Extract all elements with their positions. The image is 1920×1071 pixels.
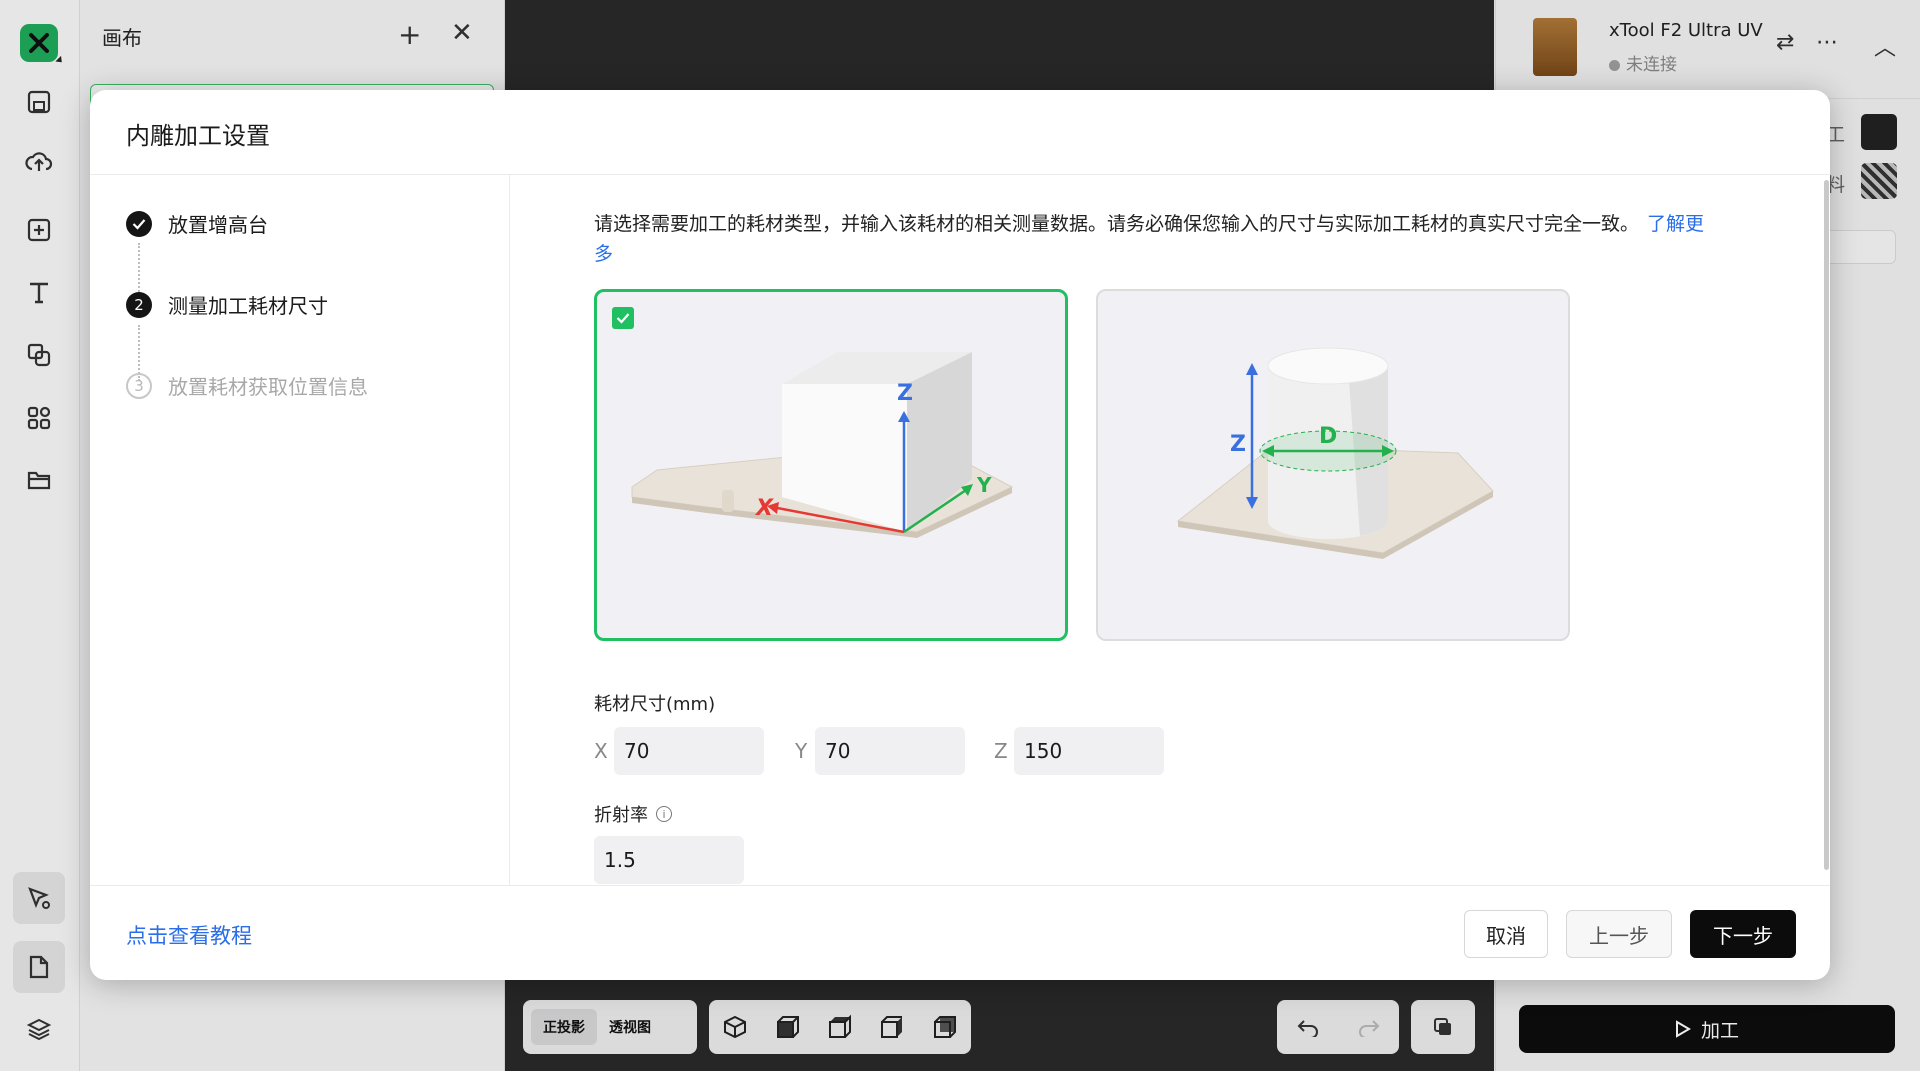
cylinder-illustration: D Z bbox=[1176, 347, 1494, 559]
step-2: 2 测量加工耗材尺寸 bbox=[126, 290, 328, 319]
footer-divider bbox=[90, 885, 1830, 886]
axis-label-z: Z bbox=[1230, 432, 1246, 457]
cuboid-illustration: Z X Y bbox=[631, 352, 1014, 538]
tutorial-link[interactable]: 点击查看教程 bbox=[126, 920, 252, 950]
field-z-axis: Z bbox=[994, 739, 1008, 763]
next-step-button[interactable]: 下一步 bbox=[1690, 910, 1796, 958]
size-label: 耗材尺寸(mm) bbox=[594, 694, 716, 715]
cylinder-option[interactable]: D Z bbox=[1096, 289, 1570, 641]
axis-label-y: Y bbox=[976, 473, 992, 497]
refraction-label-row: 折射率 i bbox=[594, 801, 672, 827]
step-1: 放置增高台 bbox=[126, 209, 268, 238]
step-3: 3 放置耗材获取位置信息 bbox=[126, 371, 368, 400]
axis-label-z: Z bbox=[897, 381, 913, 406]
step-3-label: 放置耗材获取位置信息 bbox=[168, 375, 368, 399]
field-x-axis: X bbox=[594, 739, 608, 763]
field-y-axis: Y bbox=[795, 739, 808, 763]
step-3-number: 3 bbox=[126, 372, 152, 399]
modal-title: 内雕加工设置 bbox=[126, 122, 270, 150]
axis-label-d: D bbox=[1319, 424, 1337, 449]
size-y-input[interactable]: 70 bbox=[815, 727, 965, 775]
size-x-input[interactable]: 70 bbox=[614, 727, 764, 775]
step-done-check-icon bbox=[126, 210, 152, 237]
size-z-input[interactable]: 150 bbox=[1014, 727, 1164, 775]
instruction-text: 请选择需要加工的耗材类型，并输入该耗材的相关测量数据。请务必确保您输入的尺寸与实… bbox=[594, 209, 1714, 269]
content-scrollbar[interactable] bbox=[1824, 180, 1829, 870]
step-2-number: 2 bbox=[126, 291, 152, 318]
cancel-button[interactable]: 取消 bbox=[1464, 910, 1548, 958]
step-1-label: 放置增高台 bbox=[168, 213, 268, 237]
refraction-input[interactable]: 1.5 bbox=[594, 836, 744, 884]
info-icon[interactable]: i bbox=[656, 806, 672, 822]
axis-label-x: X bbox=[754, 496, 774, 521]
cuboid-option[interactable]: Z X Y bbox=[594, 289, 1068, 641]
description: 请选择需要加工的耗材类型，并输入该耗材的相关测量数据。请务必确保您输入的尺寸与实… bbox=[594, 213, 1640, 235]
step-list: 放置增高台 2 测量加工耗材尺寸 3 放置耗材获取位置信息 bbox=[90, 175, 510, 885]
field-y: Y 70 bbox=[795, 727, 965, 775]
field-z: Z 150 bbox=[994, 727, 1164, 775]
engraving-settings-modal: 内雕加工设置 放置增高台 2 测量加工耗材尺寸 3 放置耗材获取位置信息 请选择… bbox=[90, 90, 1830, 980]
refraction-label: 折射率 bbox=[594, 805, 648, 826]
step-content: 请选择需要加工的耗材类型，并输入该耗材的相关测量数据。请务必确保您输入的尺寸与实… bbox=[510, 175, 1810, 885]
step-2-label: 测量加工耗材尺寸 bbox=[168, 294, 328, 318]
previous-step-button[interactable]: 上一步 bbox=[1566, 910, 1672, 958]
field-x: X 70 bbox=[594, 727, 764, 775]
